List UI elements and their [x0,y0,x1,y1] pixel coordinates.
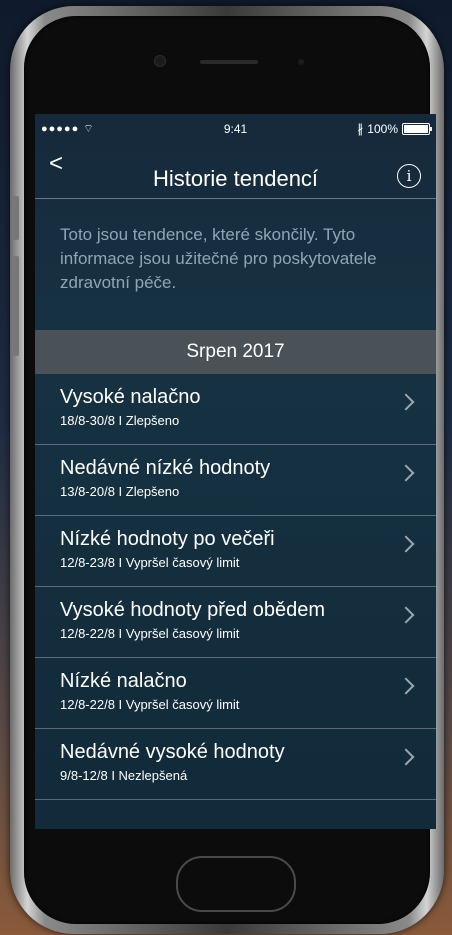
chevron-right-icon [397,464,415,482]
item-name: Nízké nalačno [60,670,187,692]
status-bar: ●●●●● ⌔ 9:41 ∦ 100% [35,114,436,142]
info-icon: i [406,167,412,185]
front-camera [154,55,166,67]
list-item[interactable]: Vysoké hodnoty před obědem 12/8-22/8 I V… [35,587,436,658]
side-button [13,256,19,356]
chevron-right-icon [397,748,415,766]
page-title: Historie tendencí [152,166,319,191]
app-screen: ●●●●● ⌔ 9:41 ∦ 100% < Historie tendencí … [35,114,436,829]
item-name: Nedávné vysoké hodnoty [60,741,285,763]
item-detail: 12/8-23/8 I Vypršel časový limit [60,555,240,570]
status-right: ∦ 100% [357,122,432,136]
item-name: Nedávné nízké hodnoty [60,457,271,479]
home-button[interactable] [176,856,296,912]
item-detail: 12/8-22/8 I Vypršel časový limit [60,697,240,712]
item-detail: 12/8-22/8 I Vypršel časový limit [60,626,240,641]
item-detail: 9/8-12/8 I Nezlepšená [60,768,188,783]
volume-button [13,196,19,240]
item-name: Vysoké nalačno [60,386,201,408]
list-item[interactable]: Vysoké nalačno 18/8-30/8 I Zlepšeno [35,374,436,445]
battery-percentage: 100% [367,122,398,136]
item-name: Nízké hodnoty po večeři [60,528,275,550]
chevron-right-icon [397,677,415,695]
battery-icon [402,123,432,135]
list-item[interactable]: Nedávné nízké hodnoty 13/8-20/8 I Zlepše… [35,445,436,516]
section-title: Srpen 2017 [186,341,285,362]
section-header: Srpen 2017 [35,330,436,374]
description-text: Toto jsou tendence, které skončily. Tyto… [60,225,377,292]
earpiece-speaker [200,60,258,64]
chevron-right-icon [397,606,415,624]
item-detail: 13/8-20/8 I Zlepšeno [60,484,180,499]
item-name: Vysoké hodnoty před obědem [60,599,325,621]
list-item[interactable]: Nízké hodnoty po večeři 12/8-23/8 I Vypr… [35,516,436,587]
bluetooth-icon: ∦ [357,122,364,136]
chevron-right-icon [397,393,415,411]
navigation-bar: < Historie tendencí i [35,142,436,199]
item-detail: 18/8-30/8 I Zlepšeno [60,413,180,428]
list-item[interactable]: Nedávné vysoké hodnoty 9/8-12/8 I Nezlep… [35,729,436,800]
info-button[interactable]: i [397,164,421,188]
chevron-right-icon [397,535,415,553]
trend-list: Vysoké nalačno 18/8-30/8 I Zlepšeno Nedá… [35,374,436,800]
list-item[interactable]: Nízké nalačno 12/8-22/8 I Vypršel časový… [35,658,436,729]
proximity-sensor [298,59,304,65]
